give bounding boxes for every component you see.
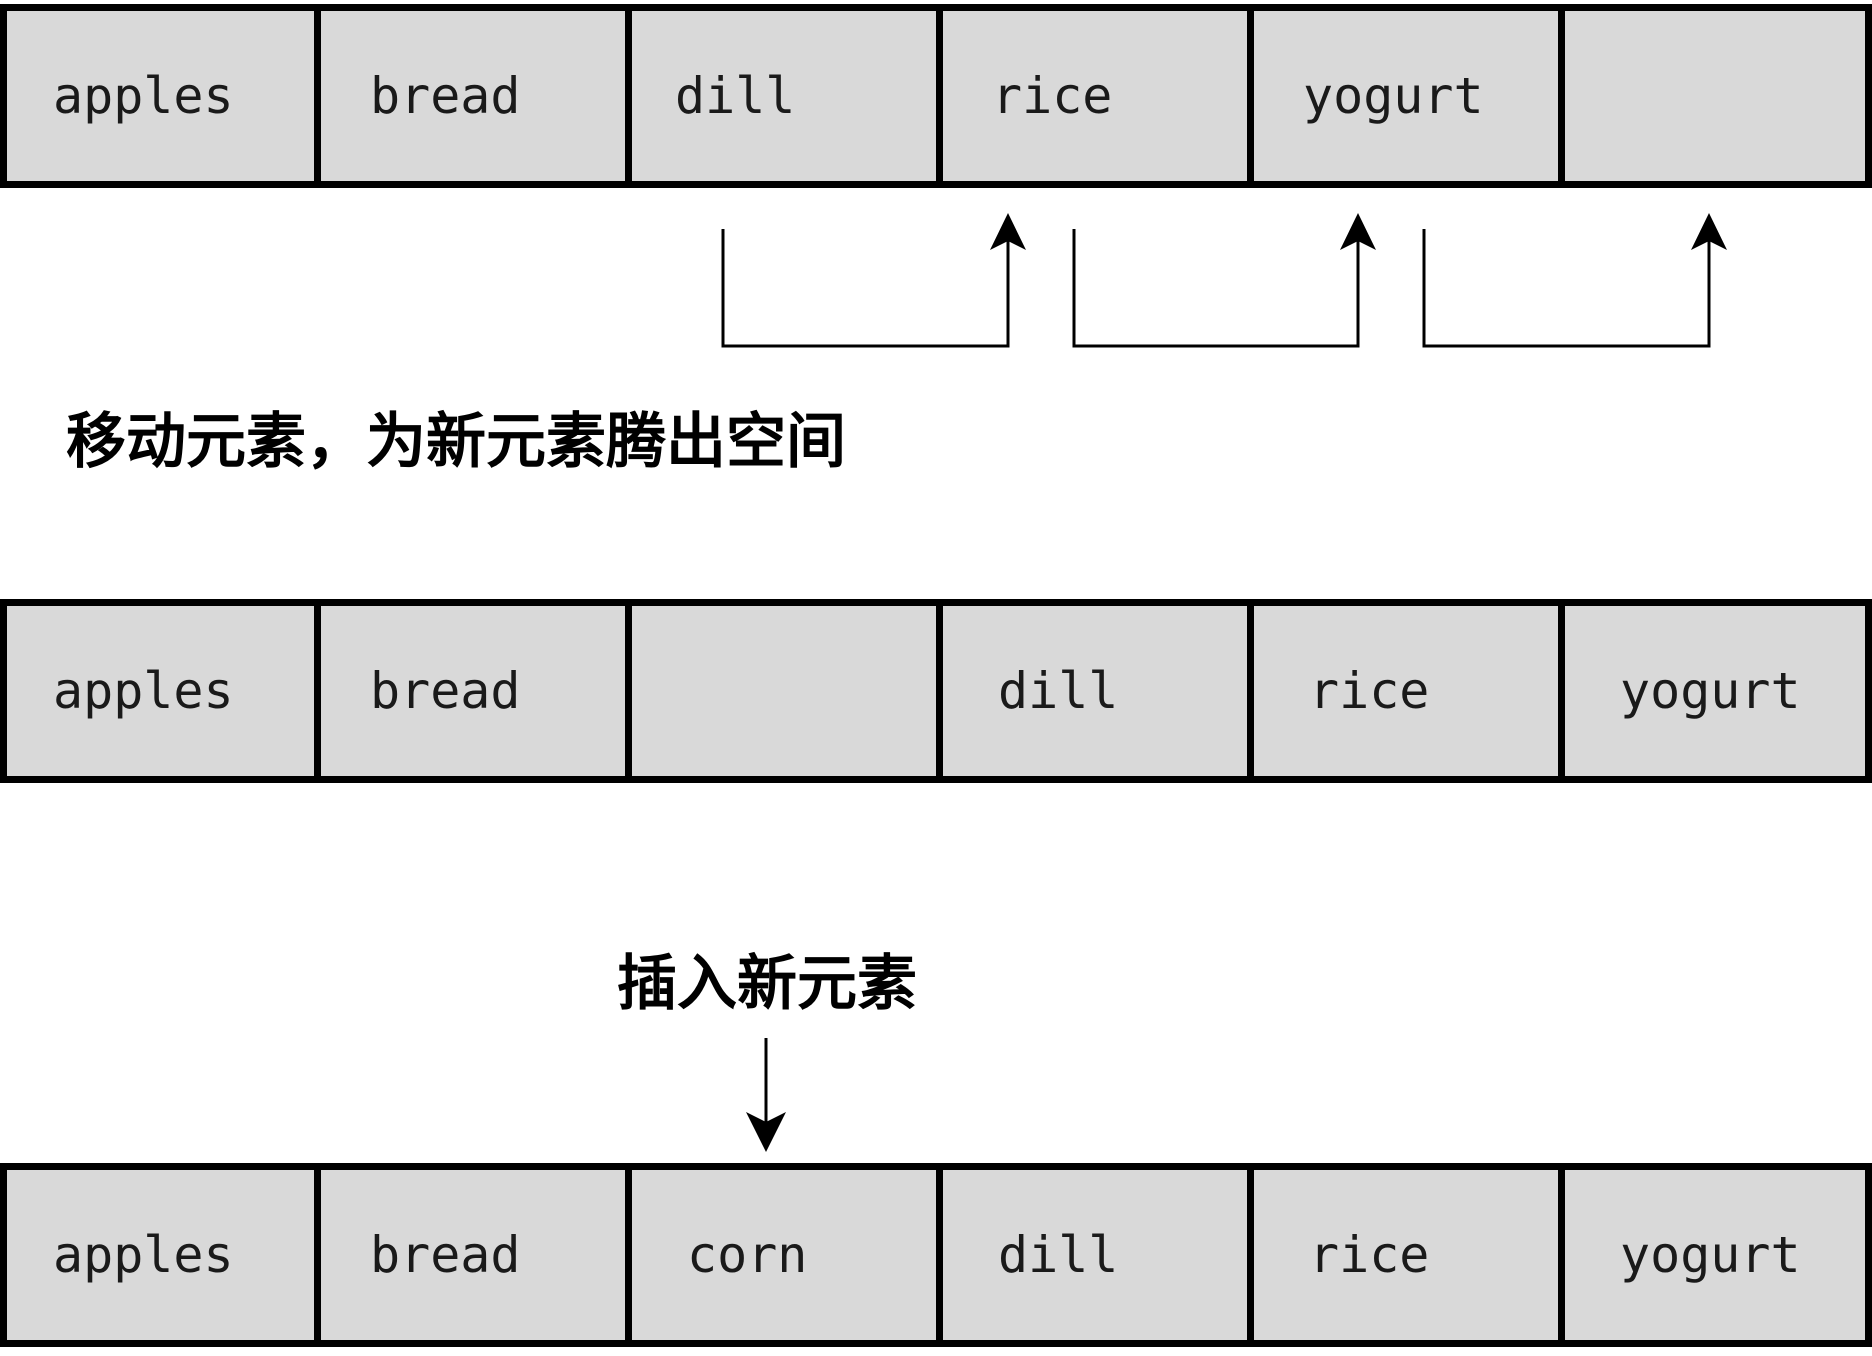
- insert-arrow: [746, 1038, 786, 1152]
- shift-arrow-yogurt-to-empty: [1422, 213, 1727, 348]
- array-insertion-diagram: apples bread dill rice yogurt 移动元素，为新元素腾出空间 …: [0, 0, 1872, 1356]
- shift-arrow-dill-to-rice: [721, 213, 1026, 348]
- shift-arrow-rice-to-yogurt: [1072, 213, 1376, 348]
- arrows-layer: [721, 213, 1727, 1152]
